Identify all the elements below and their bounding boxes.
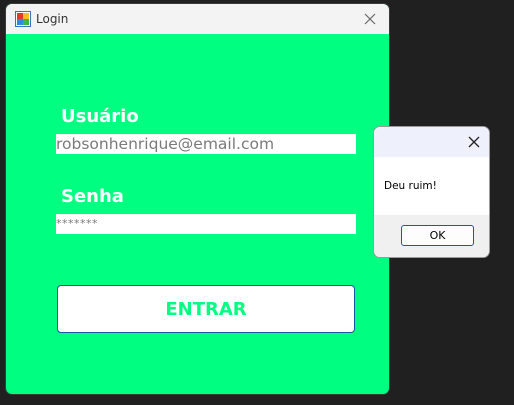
window-close-button[interactable] (351, 4, 389, 34)
username-label: Usuário (61, 106, 139, 127)
close-icon (468, 133, 480, 152)
password-label: Senha (61, 186, 124, 207)
dialog-close-button[interactable] (459, 127, 489, 157)
login-window: Login Usuário robsonhenrique@email.com S… (5, 3, 390, 395)
dialog-message: Deu ruim! (384, 180, 437, 192)
password-field[interactable]: ******* (56, 214, 356, 234)
dialog-titlebar (374, 127, 489, 157)
app-window-icon (15, 11, 31, 27)
close-icon (364, 10, 376, 29)
login-titlebar: Login (6, 4, 389, 34)
message-dialog: Deu ruim! OK (373, 126, 490, 258)
window-title: Login (36, 12, 69, 26)
email-field[interactable]: robsonhenrique@email.com (56, 134, 356, 154)
ok-button[interactable]: OK (401, 225, 474, 246)
enter-button[interactable]: ENTRAR (57, 285, 355, 333)
